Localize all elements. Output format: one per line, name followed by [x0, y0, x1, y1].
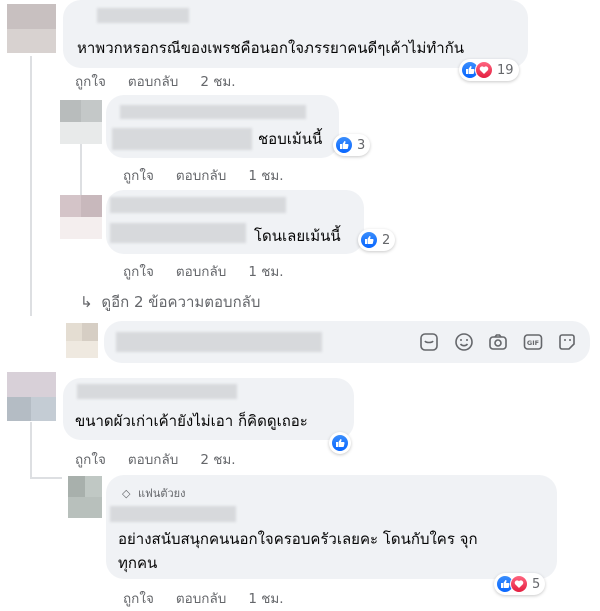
diamond-icon: ◇: [122, 487, 131, 500]
reply-button[interactable]: ตอบกลับ: [176, 587, 226, 609]
commenter-name-redacted[interactable]: [110, 506, 236, 522]
comment-text: หาพวกหรอกรณีของเพรชคือนอกใจภรรยาคนดีๆเค้…: [77, 39, 465, 57]
reaction-summary[interactable]: 2: [358, 229, 396, 251]
reply-button[interactable]: ตอบกลับ: [176, 260, 226, 282]
like-reaction-icon: [335, 136, 353, 154]
commenter-name-redacted[interactable]: [120, 105, 306, 119]
like-reaction-icon: [360, 231, 378, 249]
comment-bubble: ขนาดผัวเก่าเค้ายังไม่เอา ก็คิดดูเถอะ: [63, 378, 354, 440]
sticker-icon[interactable]: [418, 331, 440, 353]
timestamp[interactable]: 1 ชม.: [248, 587, 283, 609]
avatar[interactable]: [68, 476, 102, 518]
like-button[interactable]: ถูกใจ: [123, 587, 154, 609]
camera-icon[interactable]: [487, 331, 509, 353]
top-fan-badge: ◇ แฟนตัวยง: [122, 484, 186, 502]
timestamp[interactable]: 1 ชม.: [248, 260, 283, 282]
comment-text: ขนาดผัวเก่าเค้ายังไม่เอา ก็คิดดูเถอะ: [75, 412, 308, 430]
comment-actions: ถูกใจ ตอบกลับ 1 ชม.: [123, 587, 284, 609]
reply-button[interactable]: ตอบกลับ: [128, 70, 178, 92]
current-user-avatar: [66, 323, 98, 358]
timestamp[interactable]: 2 ชม.: [200, 448, 235, 470]
reply-arrow-icon: ↳: [80, 293, 93, 311]
commenter-name-redacted[interactable]: [77, 384, 237, 399]
reply-input[interactable]: GIF: [104, 321, 590, 363]
avatar-sticker-icon[interactable]: [556, 331, 578, 353]
timestamp[interactable]: 1 ชม.: [248, 164, 283, 186]
like-reaction-icon: [331, 434, 349, 452]
comment-actions: ถูกใจ ตอบกลับ 2 ชม.: [75, 70, 236, 92]
top-fan-badge-label: แฟนตัวยง: [137, 487, 186, 500]
view-more-replies-link[interactable]: ↳ ดูอีก 2 ข้อความตอบกลับ: [80, 290, 260, 314]
like-button[interactable]: ถูกใจ: [75, 70, 106, 92]
love-reaction-icon: [510, 575, 528, 593]
comment-bubble: หาพวกหรอกรณีของเพรชคือนอกใจภรรยาคนดีๆเค้…: [63, 0, 528, 68]
reaction-count: 3: [357, 137, 366, 153]
reaction-count: 19: [497, 62, 514, 78]
reaction-summary[interactable]: [329, 432, 351, 454]
thread-line: [30, 56, 32, 316]
reply-button[interactable]: ตอบกลับ: [128, 448, 178, 470]
avatar[interactable]: [7, 372, 56, 421]
comment-actions: ถูกใจ ตอบกลับ 2 ชม.: [75, 448, 236, 470]
emoji-icon[interactable]: [453, 331, 475, 353]
commenter-name-redacted[interactable]: [97, 8, 189, 23]
comment-bubble: ◇ แฟนตัวยง อย่างสนับสนุกคนนอกใจครอบครัวเ…: [106, 475, 557, 579]
timestamp[interactable]: 2 ชม.: [200, 70, 235, 92]
reaction-count: 2: [382, 232, 391, 248]
reply-placeholder-redacted: [116, 332, 322, 352]
comment-text: โดนเลยเม้นนี้: [254, 227, 341, 245]
gif-icon[interactable]: GIF: [522, 331, 544, 353]
comment-actions: ถูกใจ ตอบกลับ 1 ชม.: [123, 260, 284, 282]
thread-line: [30, 422, 32, 478]
like-button[interactable]: ถูกใจ: [123, 260, 154, 282]
love-reaction-icon: [475, 61, 493, 79]
thread-line: [30, 477, 62, 479]
reply-button[interactable]: ตอบกลับ: [176, 164, 226, 186]
reaction-summary[interactable]: 3: [333, 134, 371, 156]
comment-bubble: โดนเลยเม้นนี้: [106, 190, 364, 254]
comment-text-redacted: [110, 223, 246, 243]
avatar[interactable]: [60, 195, 102, 239]
comment-actions: ถูกใจ ตอบกลับ 1 ชม.: [123, 164, 284, 186]
avatar[interactable]: [60, 100, 102, 144]
avatar[interactable]: [7, 4, 56, 53]
like-button[interactable]: ถูกใจ: [75, 448, 106, 470]
comment-bubble: ชอบเม้นนี้: [106, 95, 339, 158]
like-button[interactable]: ถูกใจ: [123, 164, 154, 186]
comment-text-redacted: [112, 128, 252, 150]
comment-text-line-1: อย่างสนับสนุกคนนอกใจครอบครัวเลยคะ โดนกับ…: [118, 530, 478, 548]
comment-text-line-2: ทุกคน: [118, 554, 158, 572]
reaction-summary[interactable]: 19: [459, 59, 519, 81]
view-more-replies-label: ดูอีก 2 ข้อความตอบกลับ: [101, 293, 261, 311]
reaction-summary[interactable]: 5: [494, 573, 546, 595]
commenter-name-redacted[interactable]: [110, 197, 286, 213]
reaction-count: 5: [532, 576, 541, 592]
svg-text:GIF: GIF: [527, 339, 539, 347]
comment-text: ชอบเม้นนี้: [258, 130, 323, 148]
